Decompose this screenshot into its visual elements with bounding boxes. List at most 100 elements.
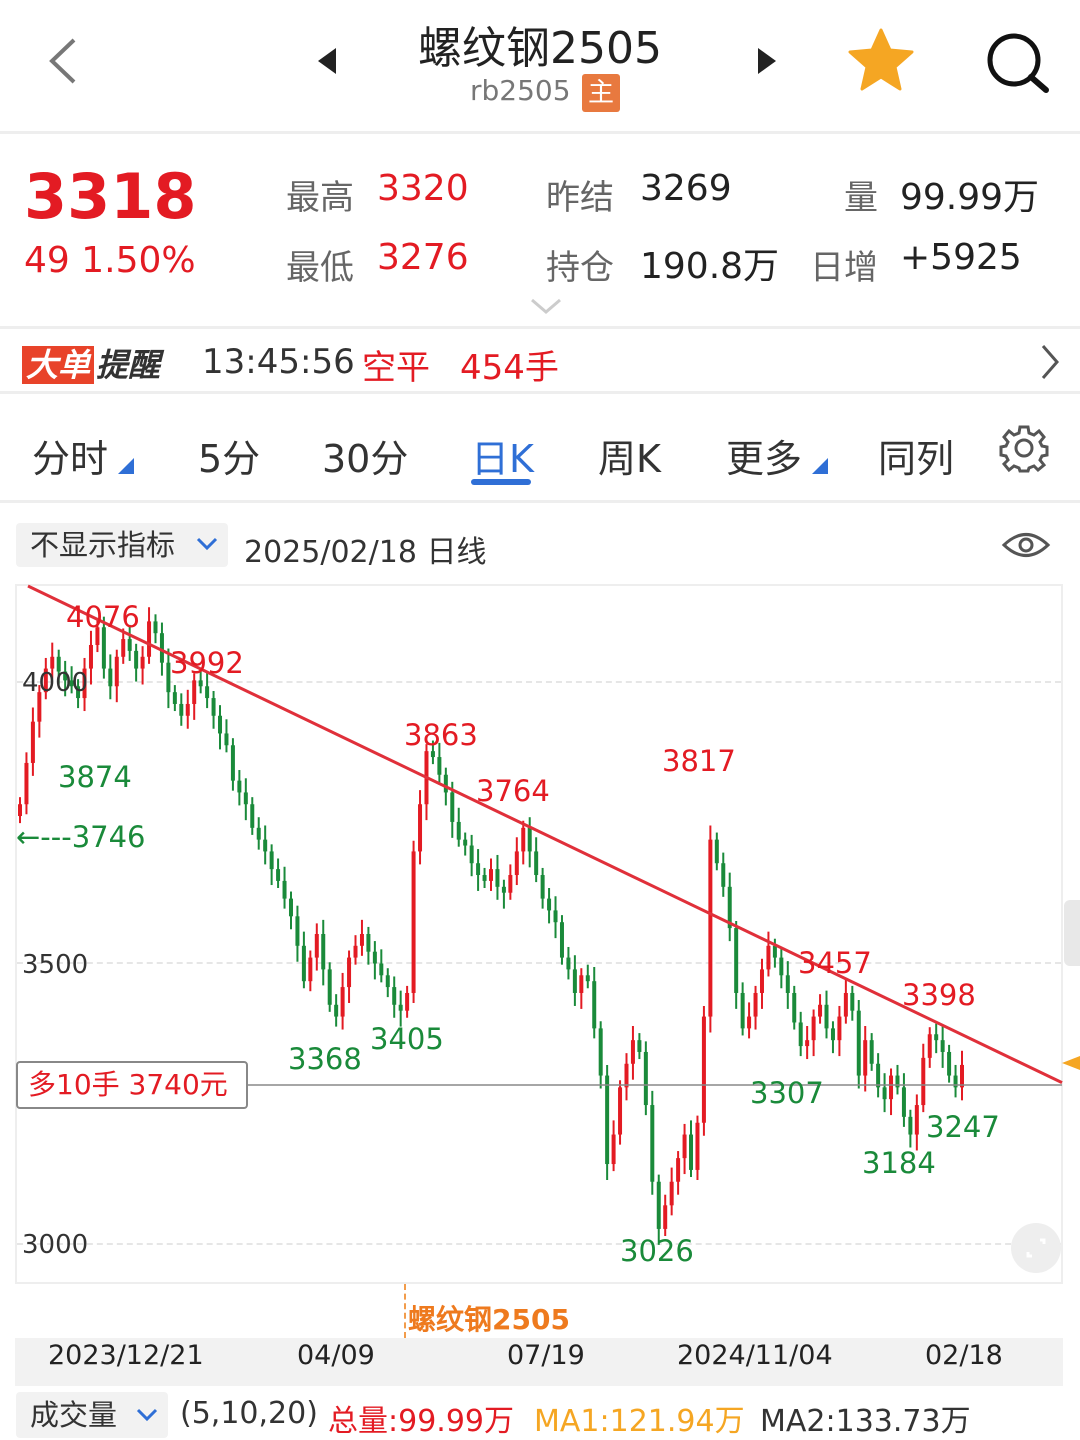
candle-up [837, 1005, 842, 1057]
peak-label: 3817 [662, 744, 736, 778]
candle-down [288, 891, 293, 930]
candle-down [218, 705, 223, 750]
candle-up [669, 1167, 674, 1216]
candle-up [30, 707, 35, 776]
candle-down [785, 961, 790, 1009]
candle-up [521, 820, 526, 865]
peak-label: 3992 [170, 646, 244, 680]
candle-up [185, 689, 190, 729]
candle-up [424, 744, 429, 821]
candle-down [295, 905, 300, 962]
candle-down [566, 946, 571, 980]
candle-up [921, 1043, 926, 1113]
candle-down [592, 967, 597, 1039]
candle-down [263, 825, 268, 865]
candle-down [547, 887, 552, 924]
candle-up [863, 1026, 868, 1092]
candle-up [308, 950, 313, 992]
candle-up [88, 630, 93, 685]
candle-down [856, 1000, 861, 1089]
candle-down [798, 1011, 803, 1057]
candle-down [908, 1109, 913, 1148]
volume-ma1: MA1:121.94万 [534, 1404, 745, 1439]
candle-up [314, 923, 319, 971]
peak-label: 3398 [902, 978, 976, 1012]
candle-down [501, 879, 506, 909]
candle-up [759, 958, 764, 1009]
position-label[interactable]: 多10手 3740元 [16, 1061, 248, 1109]
candle-up [805, 1026, 810, 1060]
candle-down [482, 867, 487, 888]
candle-down [727, 872, 732, 942]
candle-up [914, 1094, 919, 1151]
candle-down [321, 919, 326, 986]
candle-down [172, 685, 177, 712]
candle-down [534, 837, 539, 883]
candle-up [147, 607, 152, 664]
candle-up [140, 646, 145, 685]
trough-label: 3368 [288, 1042, 362, 1076]
candle-down [876, 1053, 881, 1098]
candle-down [605, 1064, 610, 1180]
candle-down [224, 719, 229, 753]
candle-down [179, 693, 184, 726]
y-tick-label: 3500 [22, 950, 89, 980]
volume-indicator-select[interactable]: 成交量 [16, 1392, 168, 1438]
trough-label: 3026 [620, 1234, 694, 1268]
volume-total: 总量:99.99万 [328, 1404, 514, 1439]
candle-down [108, 654, 113, 700]
candle-down [689, 1120, 694, 1178]
contract-start-label: 螺纹钢2505 [408, 1303, 570, 1336]
peak-label: 3764 [476, 774, 550, 808]
candle-down [869, 1033, 874, 1071]
x-tick-label: 02/18 [925, 1340, 1003, 1371]
candle-down [476, 849, 481, 891]
trough-label: 3184 [862, 1146, 936, 1180]
candle-up [618, 1080, 623, 1145]
candle-down [282, 866, 287, 909]
volume-select-label: 成交量 [30, 1398, 118, 1432]
candle-down [250, 797, 255, 835]
candle-up [889, 1068, 894, 1116]
candle-up [347, 950, 352, 1004]
contract-start-marker [404, 1284, 406, 1338]
side-drawer-handle[interactable] [1064, 900, 1080, 966]
candle-down [779, 946, 784, 989]
candle-up [624, 1053, 629, 1101]
candle-up [411, 840, 416, 1004]
candle-down [895, 1064, 900, 1095]
candle-down [850, 985, 855, 1021]
candle-up [405, 985, 410, 1018]
candle-down [650, 1090, 655, 1195]
candle-down [495, 854, 500, 900]
candle-down [643, 1041, 648, 1116]
candle-up [579, 968, 584, 1009]
y-tick-label: 4000 [22, 668, 89, 698]
candle-down [598, 1021, 603, 1089]
candle-down [379, 949, 384, 983]
candle-down [572, 955, 577, 1006]
candle-up [818, 994, 823, 1024]
volume-params: (5,10,20) [180, 1396, 318, 1431]
volume-ma2: MA2:133.73万 [760, 1404, 971, 1439]
candle-up [960, 1050, 964, 1101]
candle-up [663, 1194, 668, 1236]
trough-label: 3405 [370, 1022, 444, 1056]
candle-down [792, 985, 797, 1030]
candle-up [843, 978, 848, 1024]
candle-up [695, 1115, 700, 1180]
candle-down [153, 614, 158, 644]
candle-up [753, 985, 758, 1030]
fullscreen-icon[interactable] [1010, 1222, 1062, 1274]
x-tick-label: 04/09 [297, 1340, 375, 1371]
candle-down [276, 858, 281, 888]
candle-down [714, 832, 719, 871]
candle-down [463, 832, 468, 856]
candle-down [637, 1033, 642, 1060]
candle-up [192, 673, 197, 720]
candle-down [366, 926, 371, 965]
last-price-marker-icon [1062, 1056, 1080, 1070]
candle-down [585, 964, 590, 989]
candle-up [682, 1123, 687, 1175]
candle-down [385, 968, 390, 998]
